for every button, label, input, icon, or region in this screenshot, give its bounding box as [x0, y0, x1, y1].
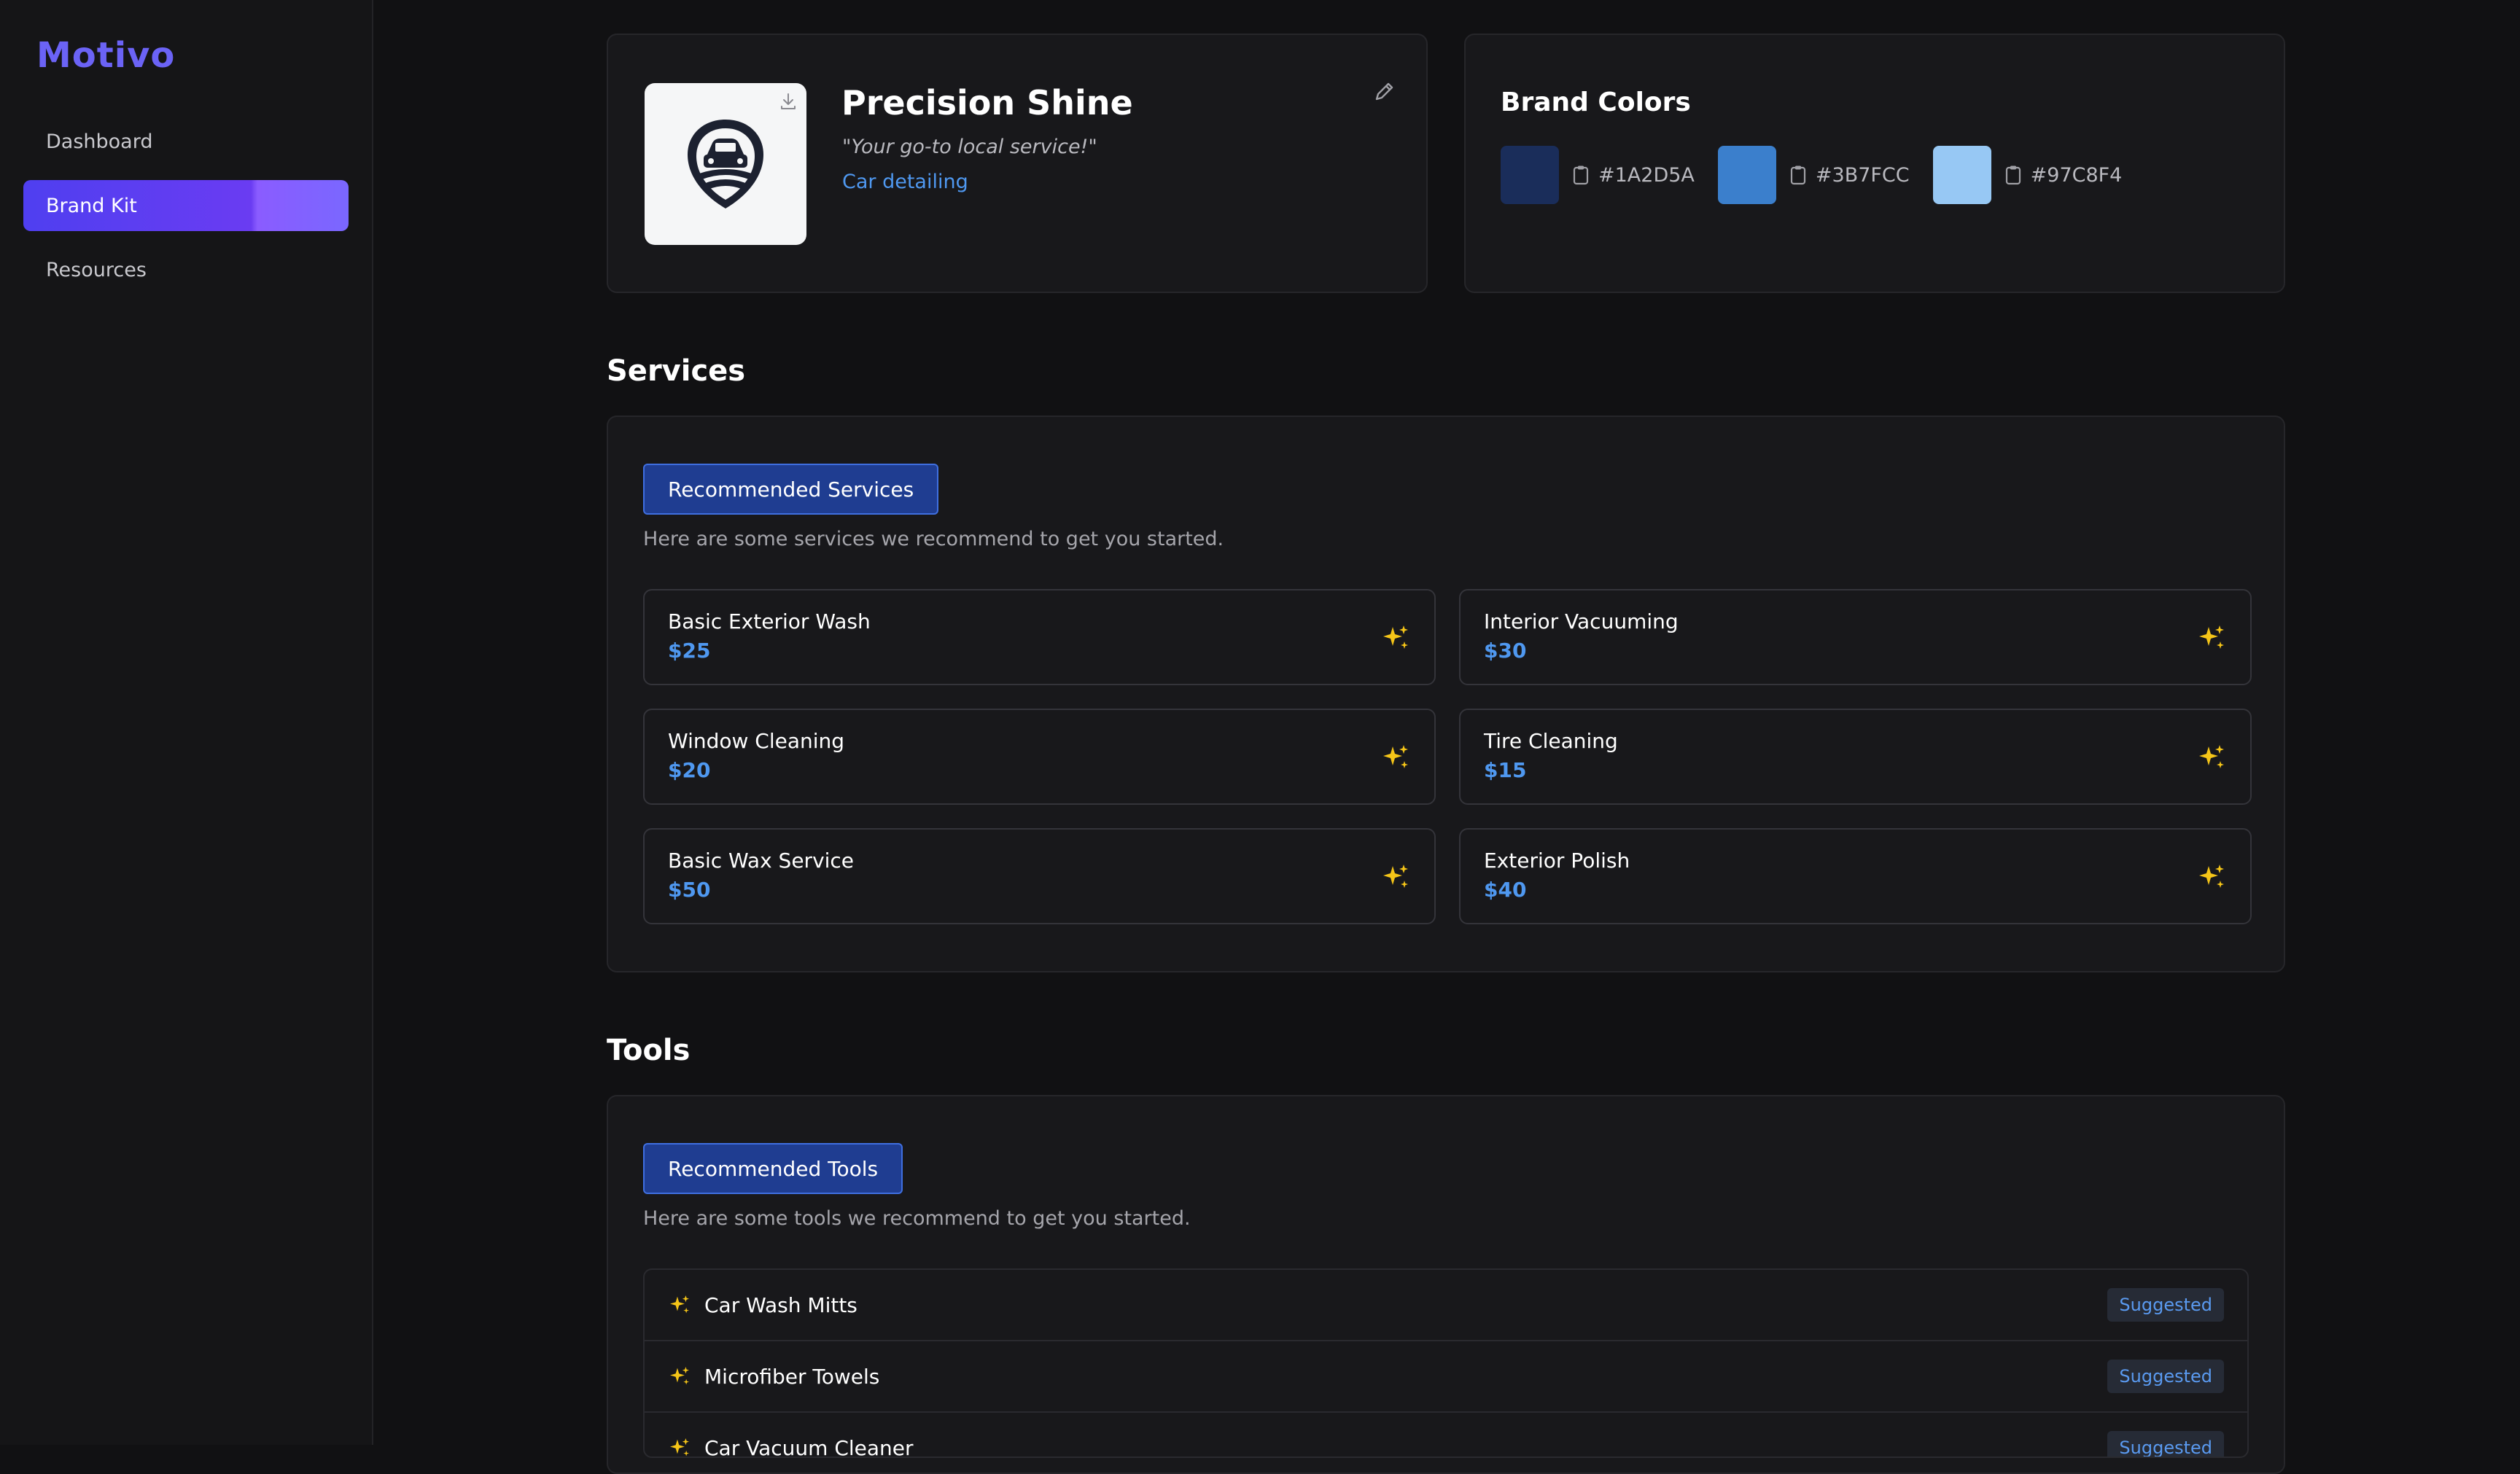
brand-colors-card: Brand Colors #1A2D5A #3B7FCC #97C8F4: [1464, 34, 2285, 293]
service-name: Basic Exterior Wash: [668, 609, 871, 633]
sidebar: Motivo Dashboard Brand Kit Resources: [0, 0, 373, 1445]
service-name: Exterior Polish: [1484, 849, 1630, 873]
service-card[interactable]: Exterior Polish $40: [1459, 828, 2252, 924]
pencil-icon[interactable]: [1371, 79, 1397, 105]
color-copy-button[interactable]: #1A2D5A: [1572, 164, 1695, 187]
sparkle-icon[interactable]: [1380, 862, 1411, 892]
color-swatch-row: #1A2D5A #3B7FCC #97C8F4: [1501, 146, 2145, 204]
service-name: Window Cleaning: [668, 729, 844, 753]
sparkle-icon[interactable]: [2196, 742, 2227, 773]
service-name: Basic Wax Service: [668, 849, 854, 873]
brand-card: Precision Shine "Your go-to local servic…: [607, 34, 1428, 293]
clipboard-icon: [1572, 165, 1590, 185]
brand-name: Precision Shine: [841, 83, 1133, 122]
car-shield-logo-icon: [682, 117, 769, 211]
app-logo[interactable]: Motivo: [36, 35, 175, 76]
service-price: $15: [1484, 758, 1526, 782]
sidebar-item-label: Brand Kit: [46, 195, 137, 217]
sidebar-item-brand-kit[interactable]: Brand Kit: [23, 180, 349, 231]
tool-name: Car Vacuum Cleaner: [704, 1436, 914, 1459]
sparkle-icon[interactable]: [1380, 623, 1411, 653]
tools-card: Recommended Tools Here are some tools we…: [607, 1095, 2285, 1474]
clipboard-icon: [2004, 165, 2022, 185]
sparkle-icon[interactable]: [2196, 862, 2227, 892]
tool-name: Microfiber Towels: [704, 1365, 879, 1389]
suggested-badge: Suggested: [2107, 1360, 2224, 1393]
color-hex-label: #97C8F4: [2031, 164, 2123, 187]
tool-row[interactable]: Car Vacuum Cleaner Suggested: [645, 1413, 2247, 1458]
download-icon[interactable]: [777, 90, 799, 112]
service-price: $40: [1484, 878, 1526, 902]
service-price: $50: [668, 878, 710, 902]
services-subtitle: Here are some services we recommend to g…: [643, 528, 1224, 550]
tool-row[interactable]: Car Wash Mitts Suggested: [645, 1270, 2247, 1341]
color-hex-label: #1A2D5A: [1598, 164, 1695, 187]
service-name: Interior Vacuuming: [1484, 609, 1679, 633]
service-card[interactable]: Interior Vacuuming $30: [1459, 589, 2252, 685]
color-copy-button[interactable]: #3B7FCC: [1789, 164, 1910, 187]
brand-category-link[interactable]: Car detailing: [842, 171, 968, 193]
tools-heading: Tools: [607, 1034, 690, 1067]
tools-subtitle: Here are some tools we recommend to get …: [643, 1207, 1191, 1230]
sidebar-item-label: Dashboard: [46, 130, 152, 153]
sparkle-icon[interactable]: [2196, 623, 2227, 653]
brand-logo[interactable]: [645, 83, 806, 245]
recommended-tools-button[interactable]: Recommended Tools: [643, 1143, 903, 1194]
recommended-services-button[interactable]: Recommended Services: [643, 464, 938, 515]
tool-row[interactable]: Microfiber Towels Suggested: [645, 1341, 2247, 1413]
service-price: $30: [1484, 639, 1526, 663]
service-card[interactable]: Basic Exterior Wash $25: [643, 589, 1436, 685]
clipboard-icon: [1789, 165, 1807, 185]
sidebar-item-dashboard[interactable]: Dashboard: [23, 116, 349, 167]
suggested-badge: Suggested: [2107, 1288, 2224, 1322]
sparkle-icon: [668, 1436, 691, 1458]
sparkle-icon: [668, 1293, 691, 1317]
main-content: Precision Shine "Your go-to local servic…: [373, 0, 2520, 1445]
color-swatch[interactable]: [1501, 146, 1559, 204]
service-card[interactable]: Window Cleaning $20: [643, 709, 1436, 805]
tool-name: Car Wash Mitts: [704, 1293, 858, 1317]
service-card[interactable]: Basic Wax Service $50: [643, 828, 1436, 924]
color-hex-label: #3B7FCC: [1816, 164, 1910, 187]
color-swatch[interactable]: [1933, 146, 1991, 204]
services-heading: Services: [607, 354, 745, 388]
service-card[interactable]: Tire Cleaning $15: [1459, 709, 2252, 805]
tools-list: Car Wash Mitts Suggested Microfiber Towe…: [643, 1268, 2249, 1458]
service-price: $25: [668, 639, 710, 663]
brand-tagline: "Your go-to local service!": [842, 136, 1097, 158]
service-name: Tire Cleaning: [1484, 729, 1618, 753]
color-copy-button[interactable]: #97C8F4: [2004, 164, 2123, 187]
color-swatch[interactable]: [1718, 146, 1776, 204]
brand-colors-title: Brand Colors: [1501, 87, 1691, 117]
sidebar-item-label: Resources: [46, 259, 147, 281]
sparkle-icon: [668, 1365, 691, 1388]
services-card: Recommended Services Here are some servi…: [607, 416, 2285, 972]
sparkle-icon[interactable]: [1380, 742, 1411, 773]
service-price: $20: [668, 758, 710, 782]
sidebar-item-resources[interactable]: Resources: [23, 244, 349, 295]
